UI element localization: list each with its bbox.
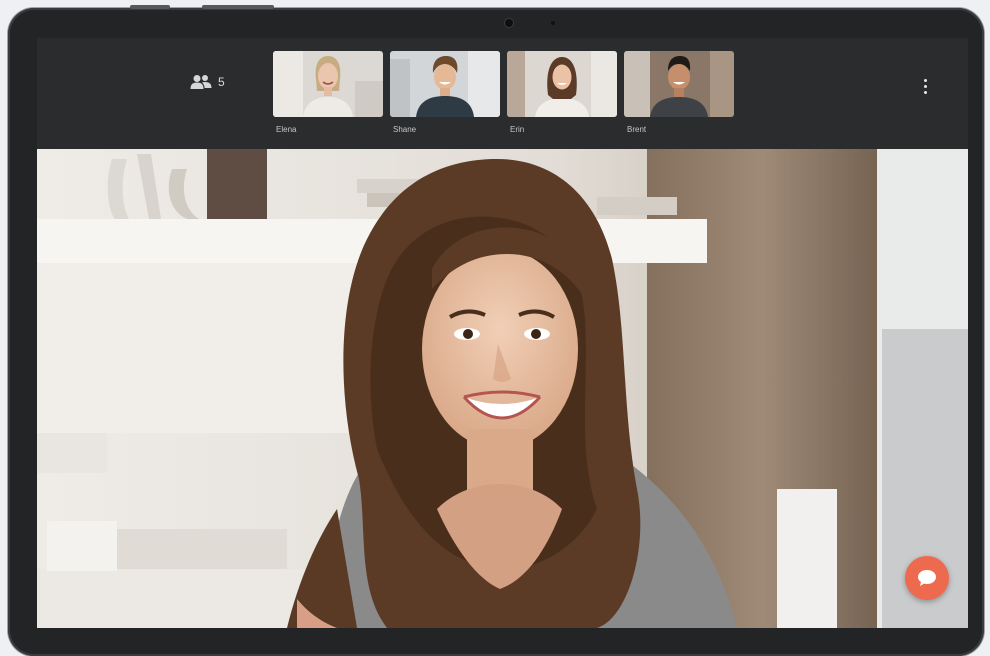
participant-thumbnails: Elena Shane Erin Brent — [273, 51, 734, 134]
volume-button — [130, 5, 170, 9]
participant-tile[interactable]: Elena — [273, 51, 383, 134]
participant-video-shane[interactable] — [390, 51, 500, 117]
participant-name: Brent — [627, 125, 647, 134]
participant-name: Erin — [510, 125, 525, 134]
front-camera — [505, 19, 513, 27]
participant-name: Shane — [393, 125, 417, 134]
more-vertical-icon-dot — [923, 84, 927, 88]
chat-button[interactable] — [905, 556, 949, 600]
participant-video-elena[interactable] — [273, 51, 383, 117]
participant-video-erin[interactable] — [507, 51, 617, 117]
light-sensor — [551, 21, 555, 25]
participant-tile[interactable]: Erin — [507, 51, 617, 134]
participant-tile[interactable]: Shane — [390, 51, 500, 134]
more-options-button[interactable] — [913, 74, 937, 98]
people-icon — [190, 75, 212, 89]
video-call-screen: 5 Elena Shane Erin Brent — [37, 38, 968, 628]
more-vertical-icon-dot — [923, 90, 927, 94]
main-video-feed[interactable] — [37, 149, 968, 628]
participant-video-brent[interactable] — [624, 51, 734, 117]
participant-name: Elena — [276, 125, 297, 134]
power-button — [202, 5, 274, 9]
participant-count[interactable]: 5 — [190, 74, 225, 90]
call-top-bar: 5 Elena Shane Erin Brent — [37, 38, 968, 149]
more-vertical-icon — [923, 78, 927, 82]
tablet-device: 5 Elena Shane Erin Brent — [8, 5, 984, 656]
participant-tile[interactable]: Brent — [624, 51, 734, 134]
speaker-video — [37, 149, 968, 628]
chat-bubble-icon — [918, 570, 936, 586]
participant-count-label: 5 — [218, 75, 225, 89]
